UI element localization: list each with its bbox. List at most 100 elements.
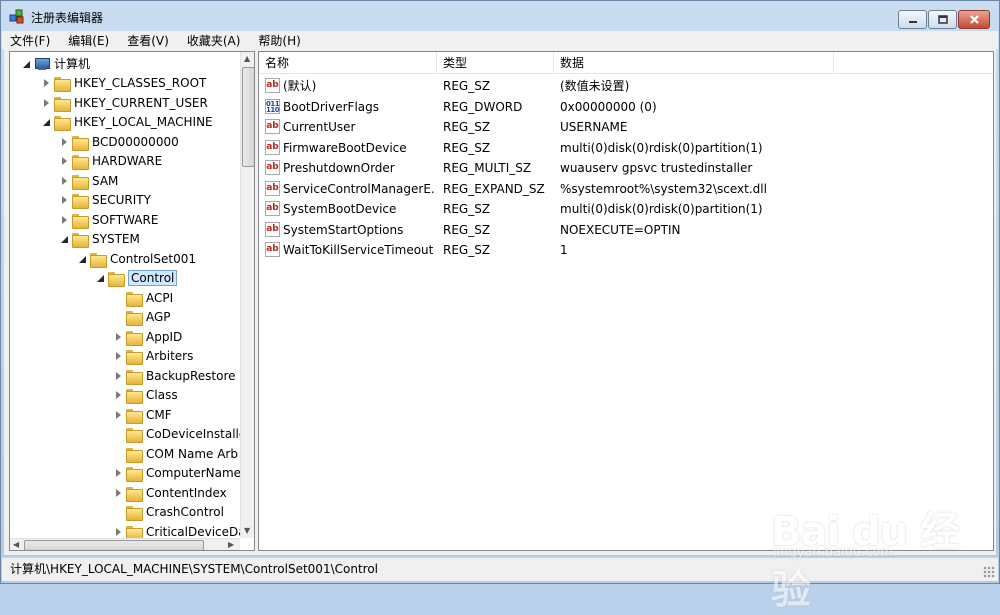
folder-icon — [126, 486, 143, 502]
collapse-arrow-icon[interactable] — [42, 117, 52, 127]
expand-arrow-icon[interactable] — [114, 371, 124, 381]
tree-node[interactable]: ControlSet001 — [78, 249, 196, 268]
value-type-cell: REG_SZ — [443, 222, 491, 237]
expand-arrow-icon — [114, 312, 124, 322]
value-list-pane: 名称 类型 数据 ab (默认) REG_SZ (数值未设置) 011 110 BootD… — [258, 51, 994, 551]
value-row[interactable]: ab FirmwareBootDevice REG_SZ multi(0)disk(0… — [259, 138, 993, 158]
menu-favorites[interactable]: 收藏夹(A) — [185, 32, 243, 49]
expand-arrow-icon[interactable] — [60, 195, 70, 205]
expand-arrow-icon[interactable] — [114, 410, 124, 420]
tree-node[interactable]: AppID — [114, 327, 182, 346]
menu-edit[interactable]: 编辑(E) — [66, 32, 111, 49]
expand-arrow-icon[interactable] — [42, 78, 52, 88]
folder-icon — [126, 466, 143, 482]
folder-icon — [54, 76, 71, 92]
scroll-down-icon[interactable]: ▼ — [244, 526, 250, 535]
close-button[interactable] — [958, 10, 990, 29]
maximize-button[interactable] — [928, 10, 957, 29]
tree-node[interactable]: BackupRestore — [114, 366, 236, 385]
folder-icon — [54, 115, 71, 131]
tree-node[interactable]: SECURITY — [60, 191, 151, 210]
tree-node[interactable]: SOFTWARE — [60, 210, 158, 229]
value-row[interactable]: ab SystemStartOptions REG_SZ NOEXECUTE=OPT… — [259, 220, 993, 240]
expand-arrow-icon[interactable] — [60, 215, 70, 225]
value-name-cell: ServiceControlManagerE... — [283, 181, 435, 196]
tree-node[interactable]: HKEY_LOCAL_MACHINE — [42, 113, 213, 132]
expand-arrow-icon — [114, 429, 124, 439]
tree-node-label: HKEY_CURRENT_USER — [74, 95, 208, 110]
tree-node[interactable]: ContentIndex — [114, 483, 227, 502]
value-row[interactable]: ab SystemBootDevice REG_SZ multi(0)disk(0)r… — [259, 199, 993, 219]
tree-vertical-scroll-thumb[interactable] — [242, 67, 254, 167]
collapse-arrow-icon[interactable] — [22, 59, 32, 69]
value-row[interactable]: ab PreshutdownOrder REG_MULTI_SZ wuauserv g… — [259, 158, 993, 178]
tree-node[interactable]: Class — [114, 386, 178, 405]
tree-node[interactable]: SYSTEM — [60, 230, 140, 249]
value-type-cell: REG_SZ — [443, 120, 491, 134]
expand-arrow-icon[interactable] — [114, 527, 124, 537]
list-header: 名称 类型 数据 — [259, 52, 993, 74]
value-row[interactable]: ab WaitToKillServiceTimeout REG_SZ 1 — [259, 240, 993, 260]
tree-vertical-scrollbar[interactable]: ▲ ▼ — [240, 52, 254, 538]
collapse-arrow-icon[interactable] — [78, 254, 88, 264]
expand-arrow-icon[interactable] — [60, 137, 70, 147]
tree-node[interactable]: 计算机 — [22, 54, 90, 73]
tree-node-label: COM Name Arb — [146, 446, 238, 461]
value-type-cell: REG_EXPAND_SZ — [443, 181, 545, 196]
key-tree-pane: 计算机 HKEY_CLASSES_ROOT HKEY_CURRENT_USER HKE… — [9, 51, 255, 551]
tree-node[interactable]: AGP — [114, 308, 171, 327]
tree-node[interactable]: ACPI — [114, 288, 173, 307]
value-row[interactable]: ab CurrentUser REG_SZ USERNAME — [259, 117, 993, 137]
tree-node[interactable]: COM Name Arb — [114, 444, 238, 463]
tree-node[interactable]: CriticalDeviceDa — [114, 522, 240, 538]
tree-node[interactable]: BCD00000000 — [60, 132, 179, 151]
expand-arrow-icon[interactable] — [114, 488, 124, 498]
value-name-cell: FirmwareBootDevice — [283, 140, 407, 155]
expand-arrow-icon[interactable] — [60, 156, 70, 166]
tree-node[interactable]: HKEY_CLASSES_ROOT — [42, 74, 206, 93]
tree-node-label: BCD00000000 — [92, 134, 179, 149]
expand-arrow-icon[interactable] — [114, 351, 124, 361]
watermark-url: jingyan.baidu.com — [773, 545, 893, 560]
tree-node[interactable]: Control — [96, 269, 178, 288]
column-header-data[interactable]: 数据 — [554, 52, 834, 74]
menu-view[interactable]: 查看(V) — [125, 32, 171, 49]
tree-node[interactable]: CoDeviceInstalle — [114, 425, 240, 444]
scroll-left-icon[interactable]: ◀ — [13, 540, 19, 549]
tree-node[interactable]: CMF — [114, 405, 172, 424]
menu-help[interactable]: 帮助(H) — [256, 32, 302, 49]
value-row[interactable]: ab ServiceControlManagerE... REG_EXPAND_SZ… — [259, 179, 993, 199]
tree-node-label: HKEY_LOCAL_MACHINE — [74, 115, 213, 129]
folder-icon — [126, 330, 143, 346]
value-row[interactable]: 011 110 BootDriverFlags REG_DWORD 0x0000000… — [259, 97, 993, 117]
folder-icon — [126, 447, 143, 463]
column-header-type[interactable]: 类型 — [437, 52, 554, 74]
expand-arrow-icon[interactable] — [42, 98, 52, 108]
string-value-icon: ab — [265, 78, 280, 93]
expand-arrow-icon[interactable] — [114, 390, 124, 400]
minimize-button[interactable] — [898, 10, 927, 29]
collapse-arrow-icon[interactable] — [96, 273, 106, 283]
folder-icon — [126, 349, 143, 365]
tree-node[interactable]: SAM — [60, 171, 118, 190]
value-type-cell: REG_SZ — [443, 243, 491, 257]
scroll-right-icon[interactable]: ▶ — [228, 540, 234, 549]
title-bar[interactable]: 注册表编辑器 — [1, 1, 999, 31]
scroll-up-icon[interactable]: ▲ — [244, 54, 250, 63]
menu-file[interactable]: 文件(F) — [8, 32, 52, 49]
resize-grip-icon[interactable] — [983, 566, 995, 578]
tree-node[interactable]: HKEY_CURRENT_USER — [42, 93, 208, 112]
expand-arrow-icon[interactable] — [114, 468, 124, 478]
collapse-arrow-icon[interactable] — [60, 234, 70, 244]
column-header-name[interactable]: 名称 — [259, 52, 437, 74]
tree-horizontal-scroll-thumb[interactable] — [24, 540, 204, 550]
value-row[interactable]: ab (默认) REG_SZ (数值未设置) — [259, 76, 993, 96]
tree-node[interactable]: ComputerName — [114, 464, 240, 483]
tree-node[interactable]: Arbiters — [114, 347, 193, 366]
tree-horizontal-scrollbar[interactable]: ◀ ▶ — [10, 538, 240, 550]
tree-node[interactable]: HARDWARE — [60, 152, 162, 171]
tree-node[interactable]: CrashControl — [114, 503, 224, 522]
expand-arrow-icon[interactable] — [114, 332, 124, 342]
value-data-cell: wuauserv gpsvc trustedinstaller — [560, 161, 753, 175]
expand-arrow-icon[interactable] — [60, 176, 70, 186]
